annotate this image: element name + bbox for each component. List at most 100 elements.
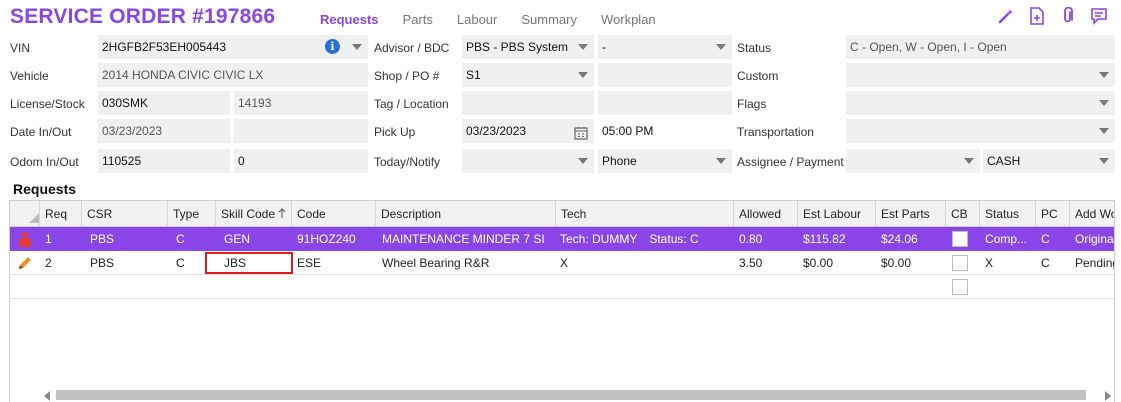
pickup-date-value: 03/23/2023 [466,124,527,138]
col-header-pc[interactable]: PC [1036,201,1070,226]
shop-value: S1 [466,68,481,82]
header: SERVICE ORDER #197866 Requests Parts Lab… [0,0,1121,34]
date-out-field[interactable] [234,119,368,143]
shop-select[interactable]: S1 [462,63,594,87]
pickup-date-field[interactable]: 03/23/2023 [462,119,594,143]
table-row[interactable]: 2 PBS C JBS ESE Wheel Bearing R&R X 3.50… [10,251,1114,275]
cell-allowed: 0.80 [739,232,763,246]
cell-skill-code[interactable]: GEN [216,227,292,251]
col-header-csr[interactable]: CSR [82,201,168,226]
notify-value: Phone [602,154,637,168]
chat-icon[interactable] [1089,6,1109,26]
paperclip-icon[interactable] [1058,6,1078,26]
cell-code: ESE [297,255,322,270]
scrollbar-thumb[interactable] [56,390,1086,400]
bdc-select[interactable]: - [598,35,732,59]
pencil-icon[interactable] [10,251,40,274]
cb-checkbox[interactable] [952,278,968,295]
chevron-down-icon[interactable] [578,158,588,164]
notify-select[interactable]: Phone [598,149,732,173]
advisor-select[interactable]: PBS - PBS System [462,35,594,59]
col-header-tech[interactable]: Tech [556,201,734,226]
col-header-description[interactable]: Description [376,201,556,226]
chevron-down-icon[interactable] [578,72,588,78]
skill-code-highlight [205,252,293,274]
payment-select[interactable]: CASH [983,149,1115,173]
chevron-down-icon[interactable] [716,158,726,164]
chevron-down-icon[interactable] [352,44,362,50]
chevron-down-icon[interactable] [1099,158,1109,164]
chevron-down-icon[interactable] [1099,100,1109,106]
tab-requests[interactable]: Requests [320,12,379,27]
chevron-down-icon[interactable] [716,44,726,50]
info-icon[interactable]: i [325,39,340,54]
chevron-down-icon[interactable] [964,158,974,164]
cell-type: C [176,232,185,246]
status-field: C - Open, W - Open, I - Open [846,35,1115,59]
tab-summary[interactable]: Summary [521,12,577,27]
row-selector-header[interactable] [10,201,40,226]
cell-status: Comp... [985,232,1028,246]
cell-pc: C [1041,232,1050,246]
person-icon [10,227,40,251]
advisor-label: Advisor / BDC [374,41,450,55]
col-header-est-parts[interactable]: Est Parts [876,201,946,226]
col-header-cb[interactable]: CB [946,201,980,226]
cb-checkbox[interactable] [952,254,968,271]
odom-out-field[interactable]: 0 [234,149,368,173]
scroll-left-icon[interactable] [44,391,50,401]
vin-field[interactable]: 2HGFB2F53EH005443 i [98,35,368,59]
requests-grid: Req CSR Type Skill Code Code Description… [9,200,1115,402]
document-add-icon[interactable] [1027,6,1047,26]
cell-est-parts: $0.00 [881,255,912,270]
chevron-down-icon[interactable] [578,44,588,50]
pickup-time-field[interactable]: 05:00 PM [598,119,732,143]
tag-field[interactable] [462,91,594,115]
chevron-down-icon[interactable] [1099,128,1109,134]
calendar-icon[interactable] [574,124,588,143]
odom-in-field[interactable]: 110525 [98,149,230,173]
today-select[interactable] [462,149,594,173]
po-field[interactable] [598,63,732,87]
requests-section-title: Requests [13,181,77,197]
col-header-type[interactable]: Type [168,201,216,226]
bdc-value: - [602,40,606,54]
col-header-req[interactable]: Req [40,201,82,226]
location-field[interactable] [598,91,732,115]
cell-cb [946,227,980,251]
custom-label: Custom [737,69,779,83]
chevron-down-icon[interactable] [1099,72,1109,78]
col-header-add-work[interactable]: Add Wo [1070,201,1114,226]
col-header-skill-code-label: Skill Code [221,206,276,221]
table-row-new[interactable] [10,275,1114,299]
col-header-est-labour[interactable]: Est Labour [798,201,876,226]
col-header-allowed[interactable]: Allowed [734,201,798,226]
cell-code: 91HOZ240 [297,232,356,246]
vin-value: 2HGFB2F53EH005443 [102,40,227,54]
cell-req: 2 [45,255,52,270]
tab-bar: Requests Parts Labour Summary Workplan [320,12,680,27]
table-row[interactable]: 1 PBS C GEN 91HOZ240 MAINTENANCE MINDER … [10,227,1114,251]
tab-workplan[interactable]: Workplan [601,12,656,27]
scroll-right-icon[interactable] [1105,391,1111,401]
horizontal-scrollbar[interactable] [42,388,1115,402]
tab-parts[interactable]: Parts [403,12,433,27]
custom-select[interactable] [846,63,1115,87]
cell-est-parts: $24.06 [881,232,918,246]
date-in-field[interactable]: 03/23/2023 [98,119,230,143]
assignee-select[interactable] [846,149,980,173]
transportation-select[interactable] [846,119,1115,143]
cb-checkbox[interactable] [952,231,968,247]
cell-tech: Tech: DUMMY Status: C [556,227,734,251]
stock-field[interactable]: 14193 [234,91,368,115]
tab-labour[interactable]: Labour [457,12,497,27]
magic-wand-icon[interactable] [996,6,1016,26]
advisor-value: PBS - PBS System [466,40,569,54]
col-header-code[interactable]: Code [292,201,376,226]
col-header-skill-code[interactable]: Skill Code [216,201,292,226]
license-field[interactable]: 030SMK [98,91,230,115]
license-label: License/Stock [10,97,85,111]
cell-req: 1 [45,232,52,246]
flags-select[interactable] [846,91,1115,115]
col-header-status[interactable]: Status [980,201,1036,226]
